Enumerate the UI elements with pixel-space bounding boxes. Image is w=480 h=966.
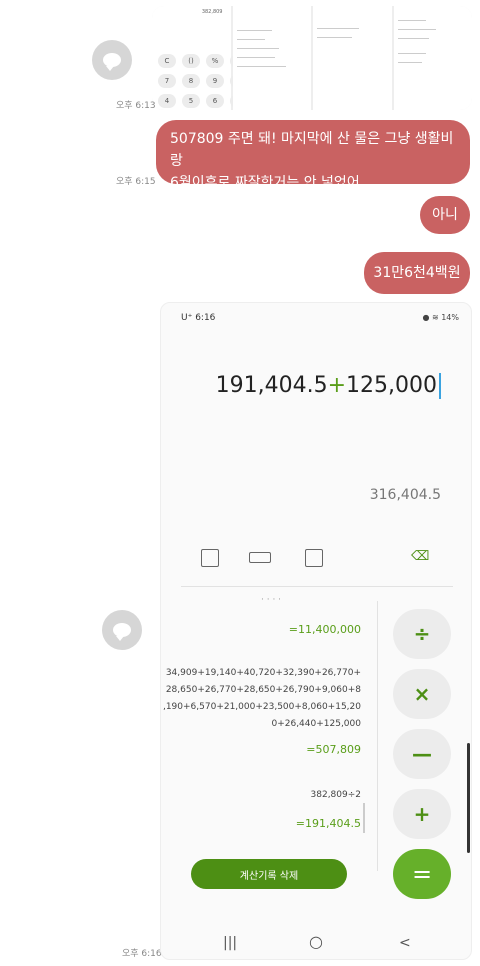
mini-key: () <box>182 54 200 68</box>
history-expression[interactable]: 34,909+19,140+40,720+32,390+26,770+ <box>166 665 361 682</box>
recent-apps-button[interactable]: ||| <box>223 935 237 951</box>
backspace-icon[interactable]: ⌫ <box>411 549 433 564</box>
minus-key[interactable]: — <box>393 729 451 779</box>
text-cursor <box>439 373 441 399</box>
clear-history-button[interactable]: 계산기록 삭제 <box>191 859 347 889</box>
history-scrollbar[interactable] <box>363 803 365 833</box>
chat-bubble-icon <box>103 53 121 71</box>
message-bubble[interactable]: 31만6천4백원 <box>364 252 470 294</box>
chat-bubble-icon <box>113 623 131 641</box>
multiply-key[interactable]: × <box>393 669 451 719</box>
scientific-icon[interactable] <box>305 549 323 567</box>
wifi-icon: ≋ <box>431 313 439 322</box>
history-icon[interactable] <box>201 549 219 567</box>
text-line <box>236 48 279 49</box>
message-bubble[interactable]: 아니 <box>420 196 470 234</box>
mini-key: 9 <box>206 74 224 88</box>
plus-key[interactable]: + <box>393 789 451 839</box>
history-expression[interactable]: 28,650+26,770+28,650+26,790+9,060+8 <box>166 682 361 699</box>
back-button[interactable]: < <box>399 935 411 951</box>
message-text: 아니 <box>432 207 458 223</box>
notes-thumbnail-3[interactable] <box>393 6 472 110</box>
text-line <box>236 30 272 31</box>
history-result[interactable]: =191,404.5 <box>296 815 361 832</box>
text-line <box>236 57 276 58</box>
notes-thumbnail[interactable] <box>232 6 311 110</box>
text-line <box>397 38 430 39</box>
text-line <box>317 37 353 38</box>
status-carrier-time: U⁺ 6:16 <box>181 313 216 323</box>
calculator-screenshot[interactable]: U⁺ 6:16 ● ≋ 14% 191,404.5+125,000 316,40… <box>160 302 472 960</box>
expr-operator: + <box>327 373 347 398</box>
text-line <box>236 66 286 67</box>
divide-key[interactable]: ÷ <box>393 609 451 659</box>
history-expression[interactable]: 0+26,440+125,000 <box>271 716 361 733</box>
equals-key[interactable]: = <box>393 849 451 899</box>
mini-key: 4 <box>158 94 176 108</box>
mini-key: 5 <box>182 94 200 108</box>
edge-handle[interactable] <box>467 743 470 853</box>
vertical-divider <box>377 601 378 871</box>
result-preview: 316,404.5 <box>369 487 441 503</box>
text-line <box>236 39 265 40</box>
expr-right: 125,000 <box>346 373 437 398</box>
text-line <box>397 62 423 63</box>
message-time: 오후 6:15 <box>116 177 156 187</box>
thumbnail-display: 382,809 <box>201 9 223 15</box>
battery-level: 14% <box>441 313 459 322</box>
message-time: 오후 6:13 <box>116 101 156 111</box>
message-bubble[interactable]: 507809 주면 돼! 마지막에 산 물은 그냥 생활비랑 6월이후로 짜잘한… <box>156 120 470 191</box>
location-icon: ● <box>422 313 430 322</box>
mini-key: 7 <box>158 74 176 88</box>
sender-avatar[interactable] <box>102 610 142 650</box>
message-line: 6월이후로 짜잘한거는 안 넣었어 <box>170 175 360 191</box>
calculator-thumbnail[interactable]: 382,809 C () % ÷ 7 8 9 × 4 5 6 — <box>152 6 248 110</box>
text-line <box>397 20 426 21</box>
history-expression[interactable]: ,190+6,570+21,000+23,500+8,060+15,20 <box>163 699 361 716</box>
shared-image-strip[interactable]: 382,809 C () % ÷ 7 8 9 × 4 5 6 — <box>152 6 472 110</box>
mini-key: C <box>158 54 176 68</box>
mini-key: 6 <box>206 94 224 108</box>
history-expression[interactable]: 382,809÷2 <box>311 787 361 804</box>
status-battery: ● ≋ 14% <box>422 313 459 322</box>
expr-left: 191,404.5 <box>215 373 328 398</box>
message-line: 507809 주면 돼! 마지막에 산 물은 그냥 생활비랑 <box>170 131 454 169</box>
history-result[interactable]: =507,809 <box>306 741 361 758</box>
divider <box>181 586 453 587</box>
home-button[interactable]: ○ <box>309 932 323 951</box>
mini-key: % <box>206 54 224 68</box>
message-text: 31만6천4백원 <box>373 265 461 281</box>
sender-avatar[interactable] <box>92 40 132 80</box>
ruler-icon[interactable] <box>249 552 271 563</box>
notes-thumbnail-2[interactable] <box>313 6 392 110</box>
expression-display[interactable]: 191,404.5+125,000 <box>216 373 441 399</box>
mini-key: 8 <box>182 74 200 88</box>
text-line <box>317 28 360 29</box>
history-result[interactable]: =11,400,000 <box>289 621 361 638</box>
text-line <box>397 29 437 30</box>
history-scroll-dots: · · · · <box>261 595 282 605</box>
text-line <box>397 53 426 54</box>
message-time: 오후 6:16 <box>122 949 162 959</box>
